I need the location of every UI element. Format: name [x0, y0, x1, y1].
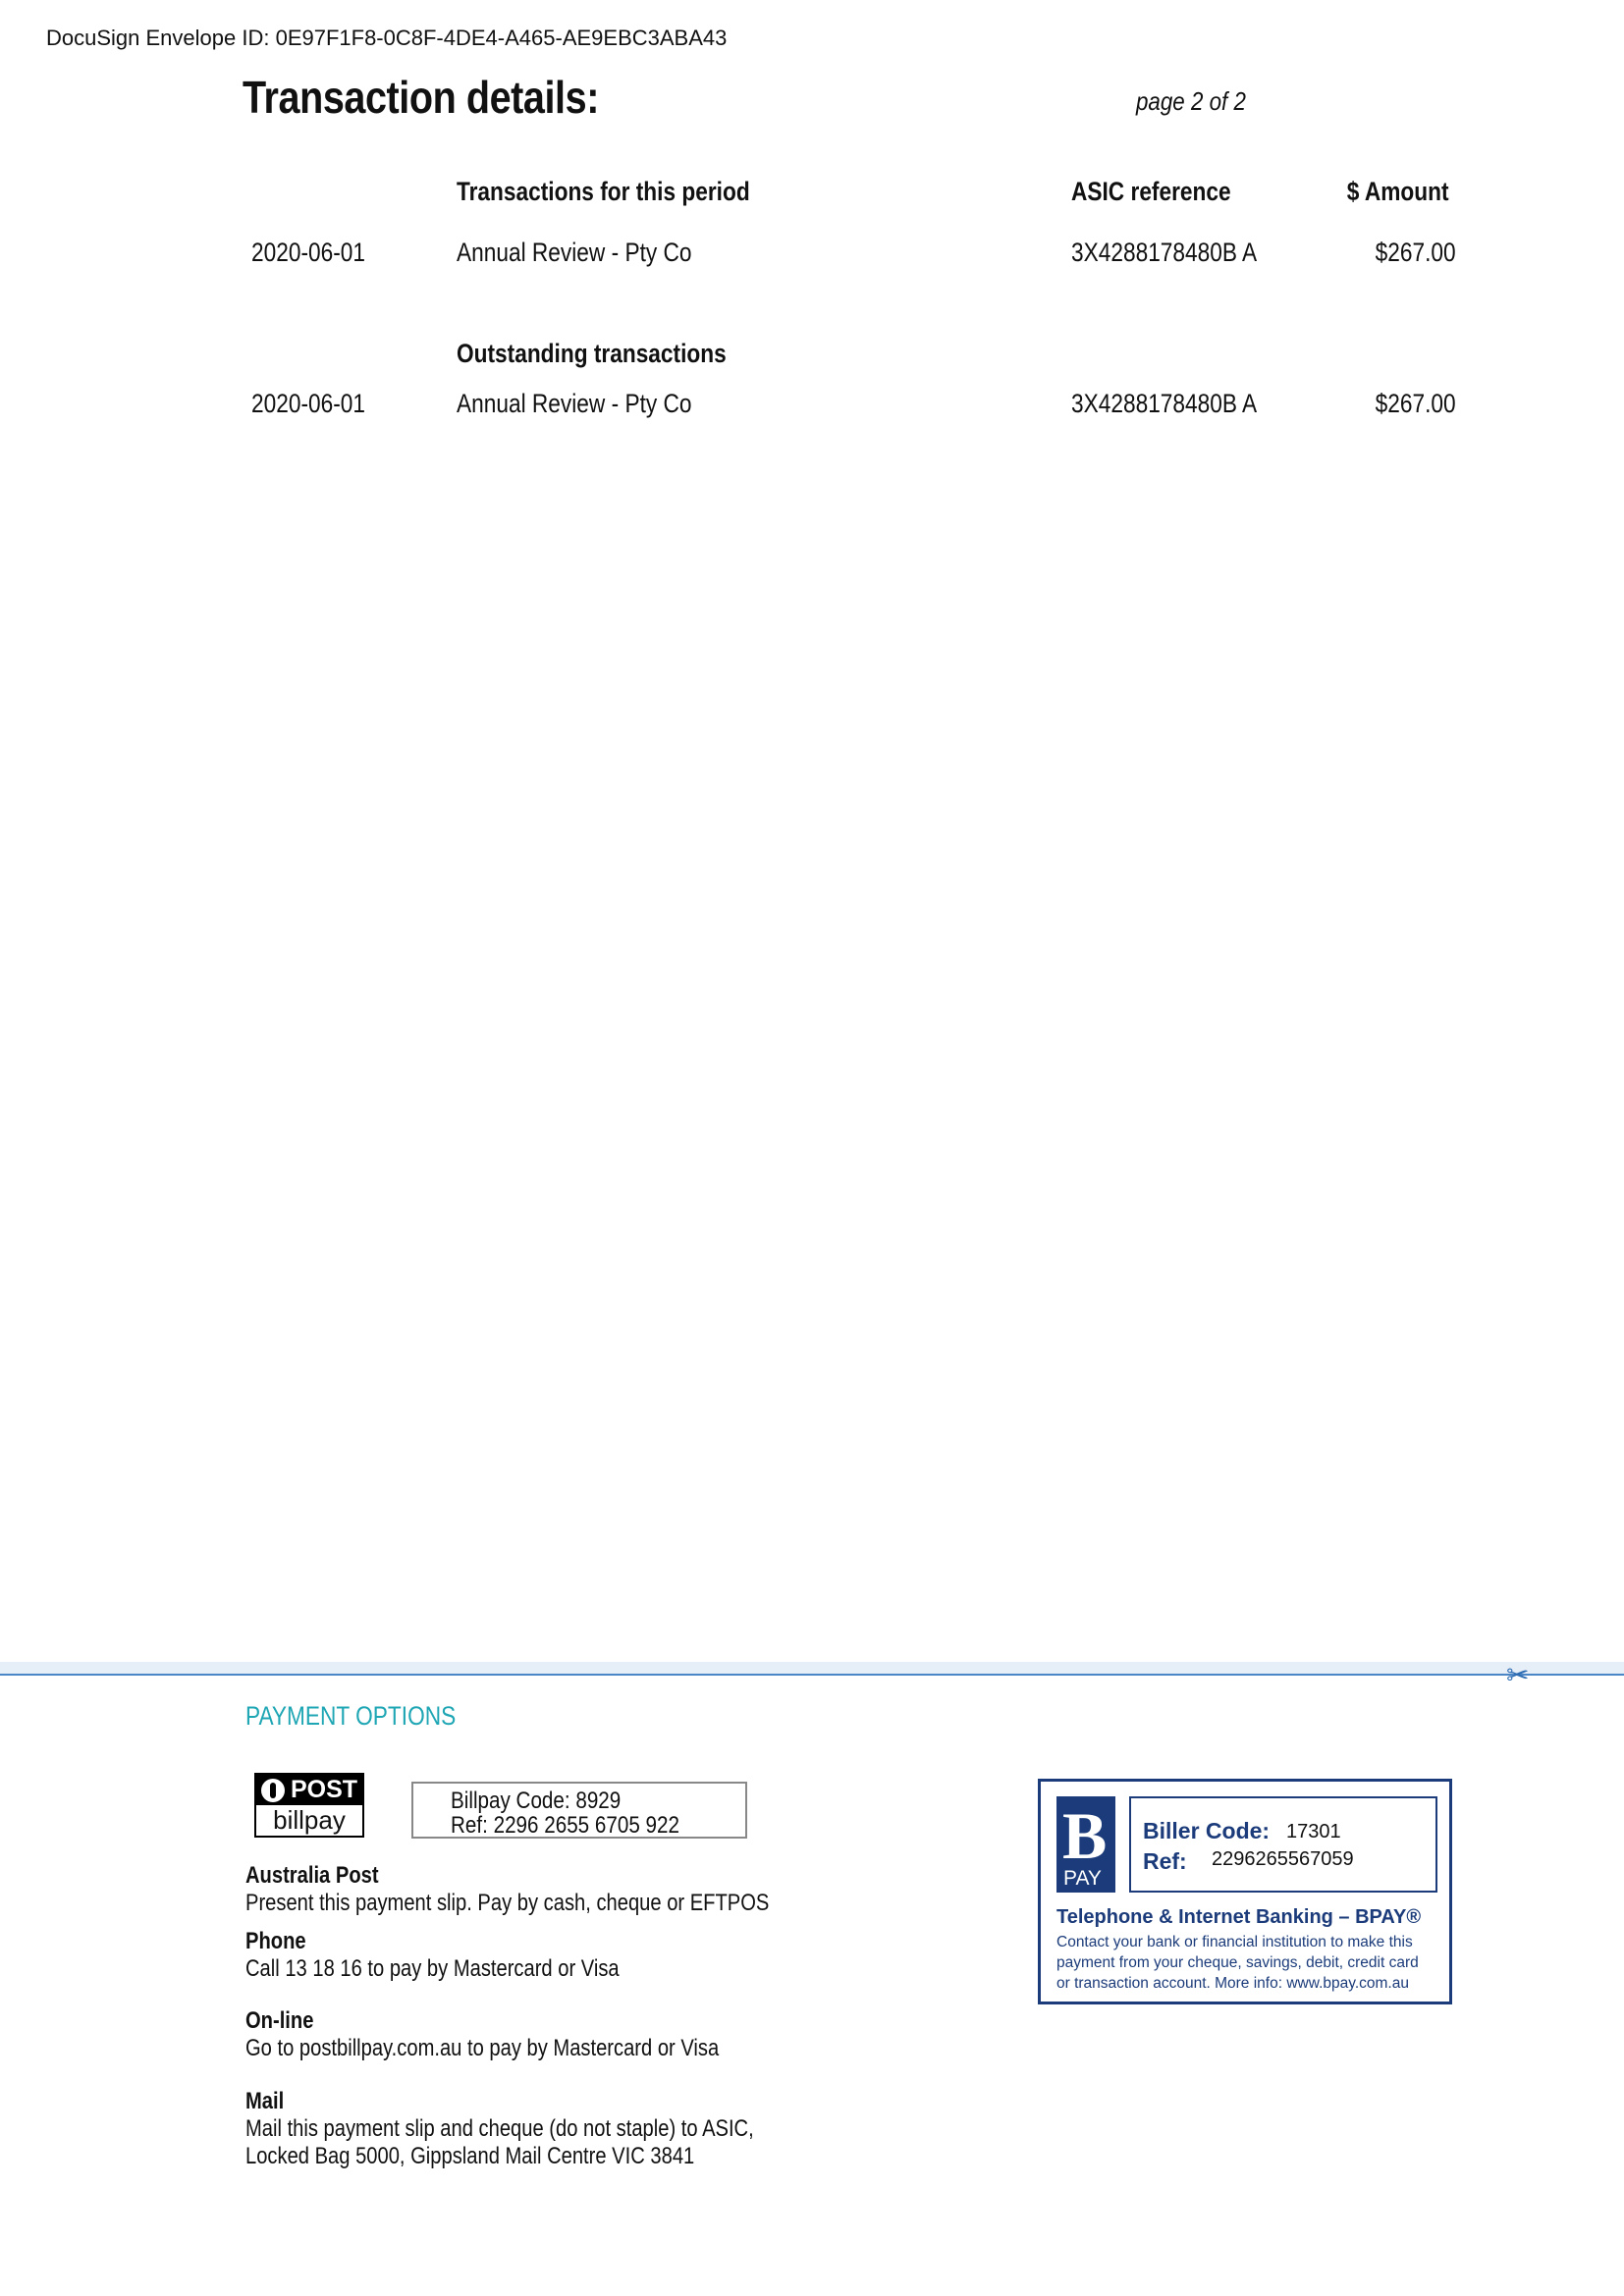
bpay-logo: B PAY [1056, 1796, 1115, 1893]
post-logo-icon [260, 1778, 285, 1802]
bpay-logo-letter: B [1062, 1798, 1108, 1873]
bpay-box: B PAY Biller Code: 17301 Ref: 2296265567… [1038, 1779, 1452, 2004]
billpay-box: Billpay Code: 8929 Ref: 2296 2655 6705 9… [411, 1782, 747, 1839]
row-date: 2020-06-01 [251, 238, 366, 267]
option-heading: Mail [245, 2088, 285, 2114]
tear-off-line [0, 1674, 1624, 1676]
bpay-code-box: Biller Code: 17301 Ref: 2296265567059 [1129, 1796, 1437, 1893]
row-description: Annual Review - Pty Co [457, 389, 692, 418]
bpay-ref: 2296265567059 [1212, 1848, 1354, 1870]
bpay-heading: Telephone & Internet Banking – BPAY® [1056, 1906, 1422, 1928]
tear-off-band [0, 1662, 1624, 1674]
billpay-logo-text: billpay [273, 1805, 346, 1835]
row-reference: 3X4288178480B A [1071, 238, 1258, 267]
option-text: Call 13 18 16 to pay by Mastercard or Vi… [245, 1955, 620, 1982]
period-heading: Transactions for this period [457, 177, 750, 206]
option-heading: Phone [245, 1928, 306, 1954]
col-amount: $ Amount [1346, 177, 1448, 206]
option-heading: Australia Post [245, 1862, 379, 1889]
bpay-info-line: or transaction account. More info: www.b… [1056, 1975, 1409, 1992]
scissors-icon: ✂ [1506, 1660, 1530, 1690]
biller-code-label: Biller Code: [1143, 1818, 1271, 1843]
bpay-info-line: Contact your bank or financial instituti… [1056, 1934, 1413, 1950]
billpay-ref: Ref: 2296 2655 6705 922 [451, 1812, 679, 1839]
option-heading: On-line [245, 2007, 314, 2034]
biller-code: 17301 [1286, 1821, 1341, 1842]
page-title: Transaction details: [243, 72, 599, 123]
payment-options-title: PAYMENT OPTIONS [245, 1701, 457, 1731]
post-billpay-logo: POST billpay [254, 1773, 364, 1838]
bpay-info-line: payment from your cheque, savings, debit… [1056, 1954, 1419, 1971]
row-date: 2020-06-01 [251, 389, 366, 418]
docusign-envelope-id: DocuSign Envelope ID: 0E97F1F8-0C8F-4DE4… [46, 26, 728, 50]
billpay-code: Billpay Code: 8929 [451, 1788, 622, 1814]
option-text: Go to postbillpay.com.au to pay by Maste… [245, 2035, 720, 2061]
row-reference: 3X4288178480B A [1071, 389, 1258, 418]
row-description: Annual Review - Pty Co [457, 238, 692, 267]
row-amount: $267.00 [1376, 238, 1456, 267]
outstanding-heading: Outstanding transactions [457, 339, 727, 368]
page-number: page 2 of 2 [1136, 86, 1246, 116]
option-text: Locked Bag 5000, Gippsland Mail Centre V… [245, 2143, 695, 2169]
option-text: Present this payment slip. Pay by cash, … [245, 1890, 770, 1916]
option-text: Mail this payment slip and cheque (do no… [245, 2115, 754, 2142]
row-amount: $267.00 [1376, 389, 1456, 418]
bpay-ref-label: Ref: [1143, 1848, 1187, 1874]
post-logo-text: POST [290, 1776, 358, 1803]
col-asic-reference: ASIC reference [1071, 177, 1231, 206]
bpay-logo-word: PAY [1063, 1867, 1102, 1890]
